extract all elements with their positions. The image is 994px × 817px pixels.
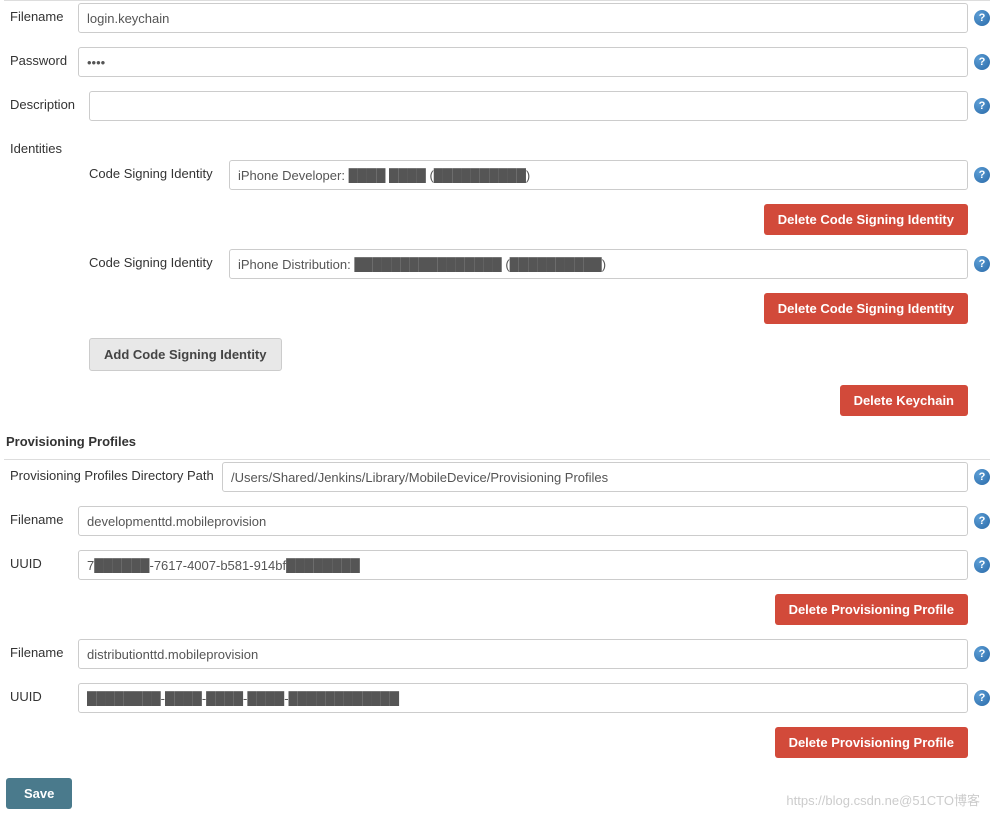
delete-provisioning-profile-button[interactable]: Delete Provisioning Profile <box>775 727 968 758</box>
code-signing-identity-label: Code Signing Identity <box>89 160 229 181</box>
delete-provisioning-profile-button[interactable]: Delete Provisioning Profile <box>775 594 968 625</box>
profile-filename-label: Filename <box>4 506 78 527</box>
profile-uuid-input-1[interactable] <box>78 550 968 580</box>
help-icon[interactable]: ? <box>974 557 990 573</box>
provisioning-dir-input[interactable] <box>222 462 968 492</box>
code-signing-identity-input-2[interactable] <box>229 249 968 279</box>
provisioning-dir-label: Provisioning Profiles Directory Path <box>4 462 222 483</box>
help-icon[interactable]: ? <box>974 469 990 485</box>
profile-uuid-label: UUID <box>4 550 78 571</box>
code-signing-identity-input-1[interactable] <box>229 160 968 190</box>
delete-code-signing-identity-button[interactable]: Delete Code Signing Identity <box>764 204 968 235</box>
delete-keychain-button[interactable]: Delete Keychain <box>840 385 968 416</box>
description-input[interactable] <box>89 91 968 121</box>
profile-filename-input-2[interactable] <box>78 639 968 669</box>
help-icon[interactable]: ? <box>974 98 990 114</box>
profile-filename-input-1[interactable] <box>78 506 968 536</box>
filename-label: Filename <box>4 3 78 24</box>
help-icon[interactable]: ? <box>974 690 990 706</box>
identities-label: Identities <box>4 135 78 156</box>
help-icon[interactable]: ? <box>974 54 990 70</box>
help-icon[interactable]: ? <box>974 513 990 529</box>
profile-uuid-label: UUID <box>4 683 78 704</box>
save-button[interactable]: Save <box>6 778 72 809</box>
password-input[interactable] <box>78 47 968 77</box>
delete-code-signing-identity-button[interactable]: Delete Code Signing Identity <box>764 293 968 324</box>
watermark-text: https://blog.csdn.ne@51CTO博客 <box>786 790 980 809</box>
filename-input[interactable] <box>78 3 968 33</box>
help-icon[interactable]: ? <box>974 646 990 662</box>
password-label: Password <box>4 47 78 68</box>
add-code-signing-identity-button[interactable]: Add Code Signing Identity <box>89 338 282 371</box>
help-icon[interactable]: ? <box>974 256 990 272</box>
profile-filename-label: Filename <box>4 639 78 660</box>
provisioning-profiles-header: Provisioning Profiles <box>4 434 990 449</box>
description-label: Description <box>4 91 89 112</box>
code-signing-identity-label: Code Signing Identity <box>89 249 229 270</box>
help-icon[interactable]: ? <box>974 10 990 26</box>
help-icon[interactable]: ? <box>974 167 990 183</box>
profile-uuid-input-2[interactable] <box>78 683 968 713</box>
